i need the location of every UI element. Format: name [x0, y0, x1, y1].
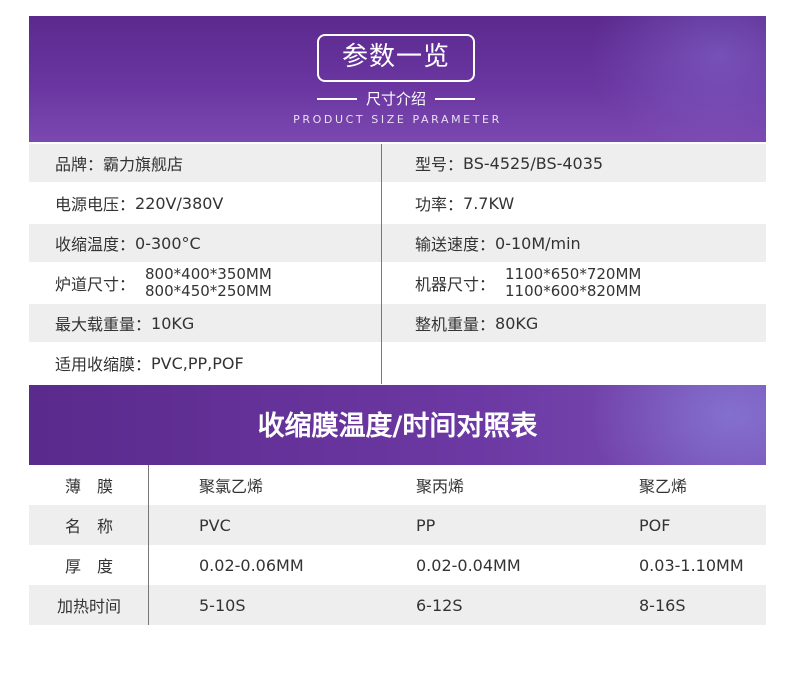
param-value: 800*400*350MM [145, 265, 272, 283]
row-header: 加热时间 [56, 597, 121, 616]
english-title: PRODUCT SIZE PARAMETER [293, 113, 502, 126]
param-value: PVC,PP,POF [151, 353, 244, 373]
param-value: 0-10M/min [495, 233, 581, 253]
param-label: 整机重量： [415, 315, 496, 334]
param-label: 型号： [415, 155, 464, 174]
param-label: 炉道尺寸： [55, 275, 136, 294]
param-row: 电源电压： 220V/380V 功率： 7.7KW [29, 184, 766, 222]
param-label: 机器尺寸： [415, 275, 496, 294]
table-cell: 0.02-0.06MM [199, 555, 304, 575]
param-value: 800*450*250MM [145, 282, 272, 300]
table-cell: 0.02-0.04MM [416, 555, 521, 575]
param-row: 收缩温度： 0-300°C 输送速度： 0-10M/min [29, 224, 766, 262]
header-banner: 参数一览 尺寸介绍 PRODUCT SIZE PARAMETER [29, 16, 766, 142]
row-header: 名 称 [64, 517, 113, 536]
param-label: 最大载重量： [55, 315, 152, 334]
table-row: 加热时间 5-10S 6-12S 8-16S [29, 585, 766, 625]
param-value: 10KG [151, 313, 195, 333]
table-cell: 聚乙烯 [639, 477, 688, 496]
param-value-stack: 1100*650*720MM 1100*600*820MM [505, 266, 641, 300]
section-title: 收缩膜温度/时间对照表 [257, 411, 538, 442]
table-cell: 聚丙烯 [416, 477, 465, 496]
table-row: 厚 度 0.02-0.06MM 0.02-0.04MM 0.03-1.10MM [29, 545, 766, 585]
row-header: 薄 膜 [64, 477, 113, 496]
param-label: 品牌： [55, 155, 104, 174]
table-cell: PP [416, 515, 436, 535]
row-header: 厚 度 [64, 557, 113, 576]
table-row: 名 称 PVC PP POF [29, 505, 766, 545]
param-cell: 适用收缩膜： PVC,PP,POF [55, 344, 385, 382]
table-cell: 0.03-1.10MM [639, 555, 744, 575]
param-value: BS-4525/BS-4035 [463, 153, 604, 173]
param-row: 品牌： 霸力旗舰店 型号： BS-4525/BS-4035 [29, 144, 766, 182]
table-row: 薄 膜 聚氯乙烯 聚丙烯 聚乙烯 [29, 465, 766, 505]
param-cell: 最大载重量： 10KG [55, 304, 385, 342]
param-cell: 型号： BS-4525/BS-4035 [415, 144, 755, 182]
table-cell: 5-10S [199, 595, 246, 615]
film-section-banner: 收缩膜温度/时间对照表 [29, 385, 766, 465]
param-value: 220V/380V [135, 193, 224, 213]
param-label: 功率： [415, 195, 464, 214]
param-value: 1100*600*820MM [505, 282, 642, 300]
param-cell: 收缩温度： 0-300°C [55, 224, 385, 262]
table-cell: POF [639, 515, 671, 535]
param-cell: 机器尺寸： 1100*650*720MM 1100*600*820MM [415, 264, 755, 302]
param-value: 霸力旗舰店 [103, 155, 184, 174]
param-label: 收缩温度： [55, 235, 136, 254]
table-cell: 聚氯乙烯 [199, 477, 264, 496]
column-divider [381, 144, 382, 384]
table-cell: PVC [199, 515, 231, 535]
param-cell [415, 344, 755, 382]
param-value: 1100*650*720MM [505, 265, 642, 283]
column-divider [148, 465, 149, 625]
param-cell: 品牌： 霸力旗舰店 [55, 144, 385, 182]
table-cell: 6-12S [416, 595, 463, 615]
param-value-stack: 800*400*350MM 800*450*250MM [145, 266, 272, 300]
param-cell: 功率： 7.7KW [415, 184, 755, 222]
param-value: 7.7KW [463, 193, 515, 213]
param-row: 炉道尺寸： 800*400*350MM 800*450*250MM 机器尺寸： … [29, 264, 766, 302]
param-label: 输送速度： [415, 235, 496, 254]
param-label: 适用收缩膜： [55, 355, 152, 374]
param-value: 0-300°C [135, 233, 201, 253]
param-cell: 电源电压： 220V/380V [55, 184, 385, 222]
param-row: 适用收缩膜： PVC,PP,POF [29, 344, 766, 382]
param-row: 最大载重量： 10KG 整机重量： 80KG [29, 304, 766, 342]
param-cell: 炉道尺寸： 800*400*350MM 800*450*250MM [55, 264, 385, 302]
param-label: 电源电压： [55, 195, 136, 214]
param-cell: 输送速度： 0-10M/min [415, 224, 755, 262]
page-subtitle: 尺寸介绍 [365, 90, 426, 108]
page-title: 参数一览 [341, 42, 450, 72]
param-value: 80KG [495, 313, 539, 333]
param-cell: 整机重量： 80KG [415, 304, 755, 342]
table-cell: 8-16S [639, 595, 686, 615]
